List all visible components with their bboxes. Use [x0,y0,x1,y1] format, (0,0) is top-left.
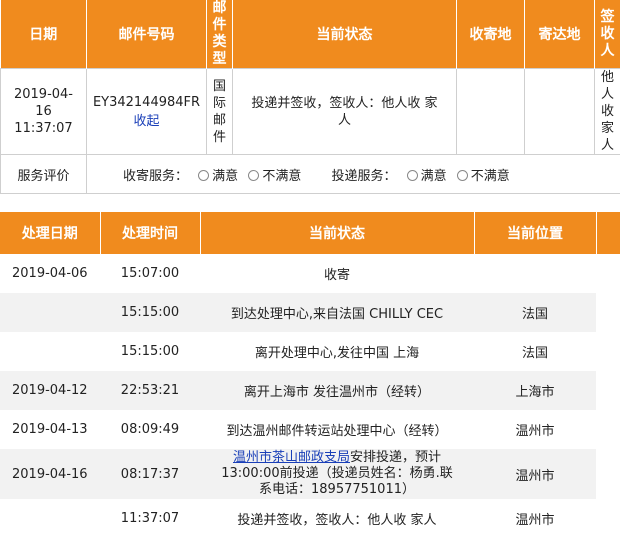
history-location: 温州市 [474,449,596,499]
history-date [0,332,100,371]
header-process-time: 处理时间 [100,212,201,254]
header-mail-type: 邮件类型 [206,0,233,69]
mail-destination [524,68,595,155]
history-status: 离开处理中心,发往中国 上海 [254,346,420,361]
pickup-unsatisfied-radio[interactable] [248,169,260,181]
history-row: 15:15:00 离开处理中心,发往中国 上海 法国 [0,332,620,371]
history-location: 温州市 [515,424,555,439]
history-time: 15:07:00 [120,266,180,281]
history-location [474,254,596,293]
history-row: 15:15:00 到达处理中心,来自法国 CHILLY CEC 法国 [0,293,620,332]
history-time: 08:09:49 [120,422,180,437]
service-rating-label: 服务评价 [0,154,87,194]
history-row: 11:37:07 投递并签收，签收人：他人收 家人 温州市 [0,499,620,537]
mail-row: 2019-04-16 11:37:07 EY342144984FR 收起 国际邮… [0,68,620,155]
history-time: 15:15:00 [120,344,180,359]
mail-signer: 他人收家人 [594,68,620,155]
header-origin: 收寄地 [456,0,525,69]
pickup-unsatisfied-label: 不满意 [262,168,302,184]
header-history-status: 当前状态 [200,212,475,254]
delivery-unsatisfied-radio[interactable] [456,169,468,181]
history-date: 2019-04-06 [12,266,88,281]
mail-type: 国际邮件 [206,68,233,155]
history-status: 收寄 [323,268,350,283]
history-status: 到达温州邮件转运站处理中心（经转） [226,424,448,439]
delivery-unsatisfied-label: 不满意 [470,168,510,184]
history-location: 上海市 [474,371,596,410]
delivery-satisfied-radio[interactable] [406,169,418,181]
history-date: 2019-04-12 [0,371,100,410]
header-destination: 寄达地 [524,0,595,69]
history-date [0,293,100,332]
history-status: 到达处理中心,来自法国 CHILLY CEC [200,293,474,332]
pickup-satisfied-radio[interactable] [198,169,210,181]
header-location: 当前位置 [474,212,597,254]
history-row: 2019-04-06 15:07:00 收寄 [0,254,620,293]
history-status: 投递并签收，签收人：他人收 家人 [237,512,437,528]
header-current-status: 当前状态 [232,0,457,69]
history-row: 2019-04-13 08:09:49 到达温州邮件转运站处理中心（经转） 温州… [0,410,620,449]
history-location: 法国 [474,293,596,332]
mail-status: 投递并签收，签收人：他人收 家人 [232,68,457,155]
history-time: 08:17:37 [100,449,200,499]
header-date: 日期 [0,0,87,69]
history-date: 2019-04-16 [0,449,100,499]
history-status: 离开上海市 发往温州市（经转） [200,371,474,410]
delivery-service-label: 投递服务： [331,168,397,184]
service-rating-row: 服务评价 收寄服务： 满意 不满意 投递服务： 满意 不满意 [0,154,620,194]
mail-date: 2019-04-16 11:37:07 [0,68,87,155]
history-time: 22:53:21 [100,371,200,410]
history-date: 2019-04-13 [12,422,88,437]
mail-number: EY342144984FR [92,94,201,110]
header-mail-number: 邮件号码 [86,0,207,69]
history-header-row: 处理日期 处理时间 当前状态 当前位置 [0,212,620,254]
mail-origin [456,68,525,155]
history-location: 温州市 [515,512,555,528]
delivery-satisfied-label: 满意 [420,168,447,184]
history-time: 15:15:00 [100,293,200,332]
history-row: 2019-04-16 08:17:37 温州市茶山邮政支局安排投递，预计13:0… [0,449,620,499]
mail-summary-table: 日期 邮件号码 邮件类型 当前状态 收寄地 寄达地 签收人 2019-04-16… [0,0,620,194]
post-office-link[interactable]: 温州市茶山邮政支局 [233,450,350,465]
history-time: 11:37:07 [120,510,180,526]
history-location: 法国 [521,346,548,361]
pickup-service-label: 收寄服务： [123,168,189,184]
history-row: 2019-04-12 22:53:21 离开上海市 发往温州市（经转） 上海市 [0,371,620,410]
header-signer: 签收人 [594,0,620,69]
pickup-satisfied-label: 满意 [212,168,239,184]
history-date [0,499,100,537]
tracking-history-table: 处理日期 处理时间 当前状态 当前位置 2019-04-06 15:07:00 … [0,212,620,537]
service-rating-options: 收寄服务： 满意 不满意 投递服务： 满意 不满意 [86,154,620,194]
header-process-date: 处理日期 [0,212,101,254]
collapse-link[interactable]: 收起 [88,110,206,129]
history-status: 温州市茶山邮政支局安排投递，预计13:00:00前投递（投递员姓名：杨勇.联系电… [200,449,474,499]
header-spacer [596,212,620,254]
summary-header-row: 日期 邮件号码 邮件类型 当前状态 收寄地 寄达地 签收人 [0,0,620,69]
mail-number-cell: EY342144984FR 收起 [86,68,207,155]
